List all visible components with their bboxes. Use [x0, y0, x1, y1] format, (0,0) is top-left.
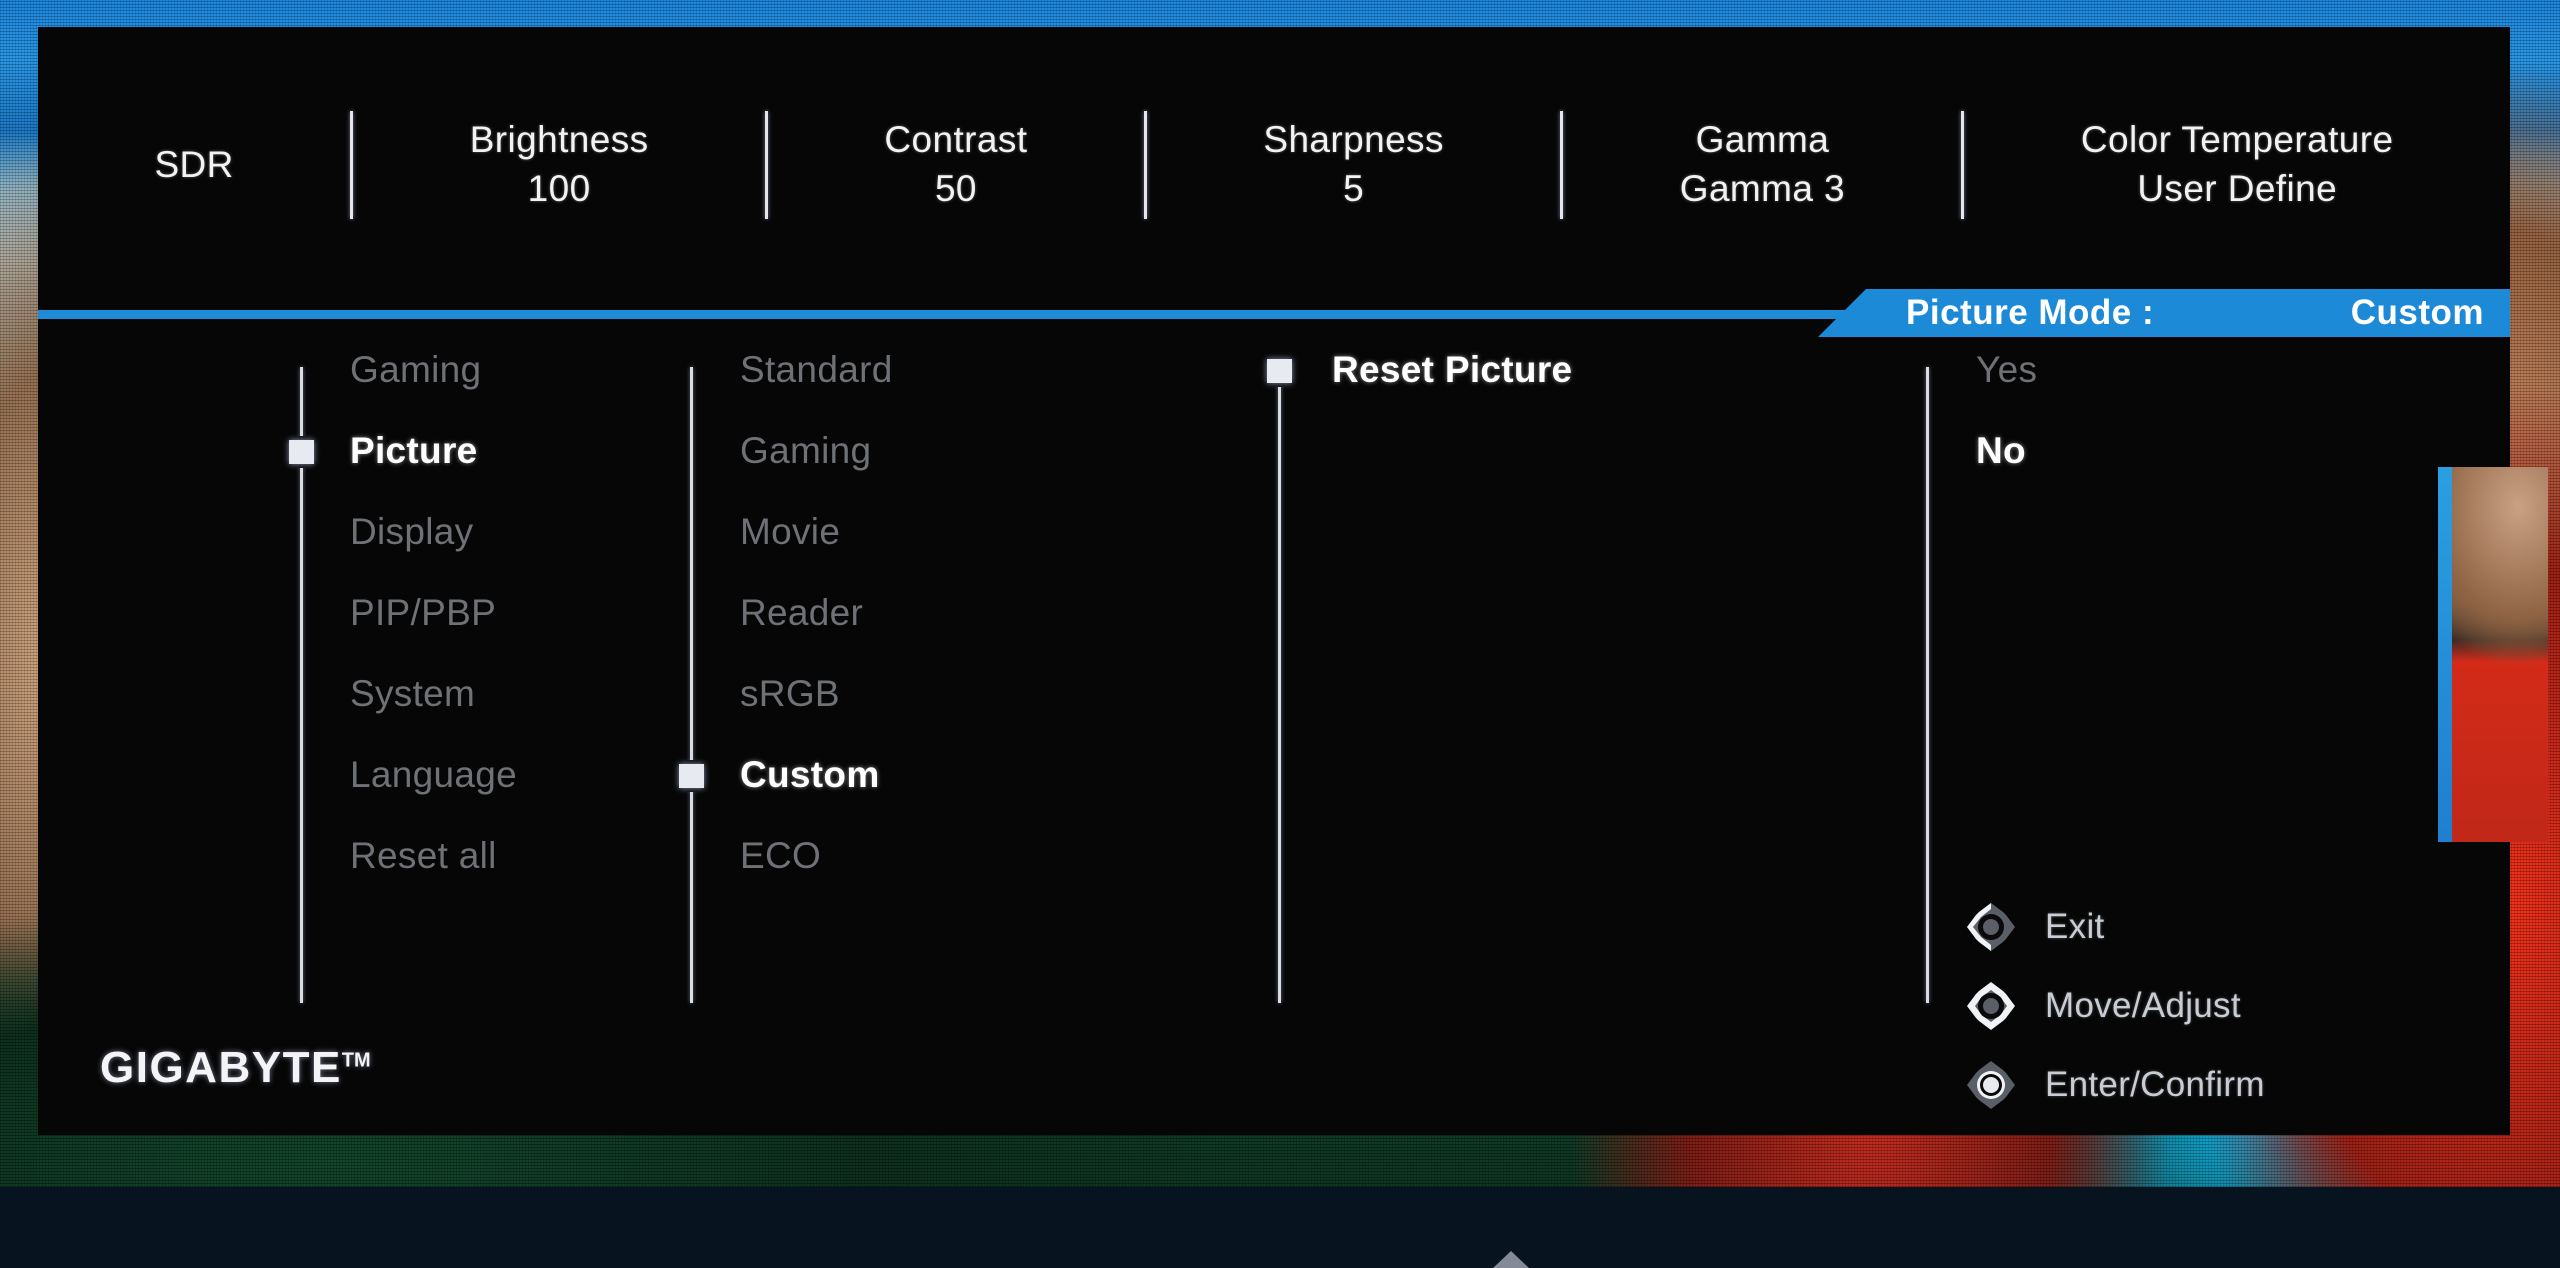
header-item-color-temperature-label: Color Temperature	[2081, 119, 2394, 160]
header-item-gamma-label: Gamma	[1696, 119, 1830, 160]
brand-name: GIGABYTE	[100, 1043, 342, 1092]
menu-item-label: System	[350, 675, 475, 712]
picture-mode-standard[interactable]: Standard	[690, 339, 893, 399]
menu-item-label: ECO	[740, 837, 821, 874]
panel-right-notch	[2438, 467, 2548, 842]
header-divider	[765, 111, 768, 219]
menu-item-label: No	[1976, 432, 2026, 469]
header-item-contrast[interactable]: Contrast 50	[874, 116, 1037, 214]
header-item-sdr[interactable]: SDR	[144, 141, 243, 190]
header-divider	[1144, 111, 1147, 219]
confirm-option-yes[interactable]: Yes	[1926, 339, 2037, 399]
header-item-color-temperature[interactable]: Color Temperature User Define	[2071, 116, 2404, 214]
menu-item-picture[interactable]: Picture	[300, 420, 478, 480]
menu-column-main: Gaming Picture Display PIP/PBP System	[300, 339, 680, 1019]
menu-item-gaming[interactable]: Gaming	[300, 339, 481, 399]
joystick-center-icon	[1963, 1057, 2019, 1113]
menu-item-system[interactable]: System	[300, 663, 475, 723]
picture-mode-eco[interactable]: ECO	[690, 825, 821, 885]
menu-item-label: Standard	[740, 351, 893, 388]
osd-panel: SDR Brightness 100 Contrast 50 Sharpness…	[38, 27, 2510, 1135]
control-legend: Exit Move/Adjust	[1963, 899, 2265, 1113]
menu-item-display[interactable]: Display	[300, 501, 473, 561]
selection-marker-icon	[289, 440, 314, 464]
header-item-brightness-value: 100	[470, 165, 649, 214]
legend-label: Move/Adjust	[2045, 986, 2241, 1026]
menu-item-label: Reset all	[350, 837, 497, 874]
osd-header-strip: SDR Brightness 100 Contrast 50 Sharpness…	[38, 27, 2510, 303]
header-item-sharpness[interactable]: Sharpness 5	[1253, 116, 1454, 214]
picture-mode-custom[interactable]: Custom	[690, 744, 880, 804]
joystick-left-icon	[1963, 899, 2019, 955]
header-item-gamma[interactable]: Gamma Gamma 3	[1670, 116, 1855, 214]
header-item-brightness[interactable]: Brightness 100	[460, 116, 659, 214]
menu-item-label: Reader	[740, 594, 863, 631]
header-item-gamma-value: Gamma 3	[1680, 165, 1845, 214]
picture-mode-banner: Picture Mode : Custom	[1818, 289, 2510, 337]
header-divider	[1560, 111, 1563, 219]
submenu-item-reset-picture[interactable]: Reset Picture	[1278, 339, 1572, 399]
menu-item-label: Custom	[740, 756, 880, 793]
legend-row-move-adjust: Move/Adjust	[1963, 978, 2265, 1034]
menu-item-label: Gaming	[740, 432, 871, 469]
menu-item-label: sRGB	[740, 675, 840, 712]
vertical-scroll-indicator[interactable]	[2438, 467, 2452, 842]
header-item-sharpness-value: 5	[1263, 165, 1444, 214]
menu-item-label: Yes	[1976, 351, 2037, 388]
confirm-option-no[interactable]: No	[1926, 420, 2026, 480]
picture-mode-movie[interactable]: Movie	[690, 501, 840, 561]
header-divider	[350, 111, 353, 219]
menu-item-label: Reset Picture	[1332, 351, 1572, 388]
header-item-contrast-label: Contrast	[884, 119, 1027, 160]
header-item-contrast-value: 50	[884, 165, 1027, 214]
picture-mode-reader[interactable]: Reader	[690, 582, 863, 642]
picture-mode-label: Picture Mode :	[1906, 293, 2154, 333]
header-item-sharpness-label: Sharpness	[1263, 119, 1444, 160]
selection-marker-icon	[1267, 359, 1292, 383]
header-item-brightness-label: Brightness	[470, 119, 649, 160]
menu-column-picture-submenu: Reset Picture	[1278, 339, 1898, 1019]
menu-item-label: Picture	[350, 432, 478, 469]
menu-item-label: PIP/PBP	[350, 594, 496, 631]
picture-mode-value: Custom	[2351, 293, 2484, 333]
menu-item-label: Display	[350, 513, 473, 550]
menu-item-pip-pbp[interactable]: PIP/PBP	[300, 582, 496, 642]
legend-label: Enter/Confirm	[2045, 1065, 2265, 1105]
gigabyte-logo: GIGABYTETM	[100, 1043, 371, 1093]
legend-row-exit: Exit	[1963, 899, 2265, 955]
menu-item-label: Language	[350, 756, 517, 793]
selection-marker-icon	[679, 764, 704, 788]
menu-item-label: Movie	[740, 513, 840, 550]
picture-mode-srgb[interactable]: sRGB	[690, 663, 840, 723]
menu-item-label: Gaming	[350, 351, 481, 388]
picture-mode-gaming[interactable]: Gaming	[690, 420, 871, 480]
menu-item-language[interactable]: Language	[300, 744, 517, 804]
legend-label: Exit	[2045, 907, 2105, 947]
brand-trademark: TM	[342, 1049, 371, 1071]
menu-item-reset-all[interactable]: Reset all	[300, 825, 497, 885]
header-item-color-temperature-value: User Define	[2081, 165, 2394, 214]
header-item-sdr-label: SDR	[154, 144, 233, 185]
menu-column-picture-modes: Standard Gaming Movie Reader sRGB	[690, 339, 1070, 1019]
background-peek	[2438, 467, 2548, 842]
legend-row-enter-confirm: Enter/Confirm	[1963, 1057, 2265, 1113]
scroll-up-arrow-icon[interactable]	[1493, 1251, 1529, 1268]
header-divider	[1961, 111, 1964, 219]
column-rail	[1278, 367, 1281, 1003]
joystick-ring-icon	[1963, 978, 2019, 1034]
